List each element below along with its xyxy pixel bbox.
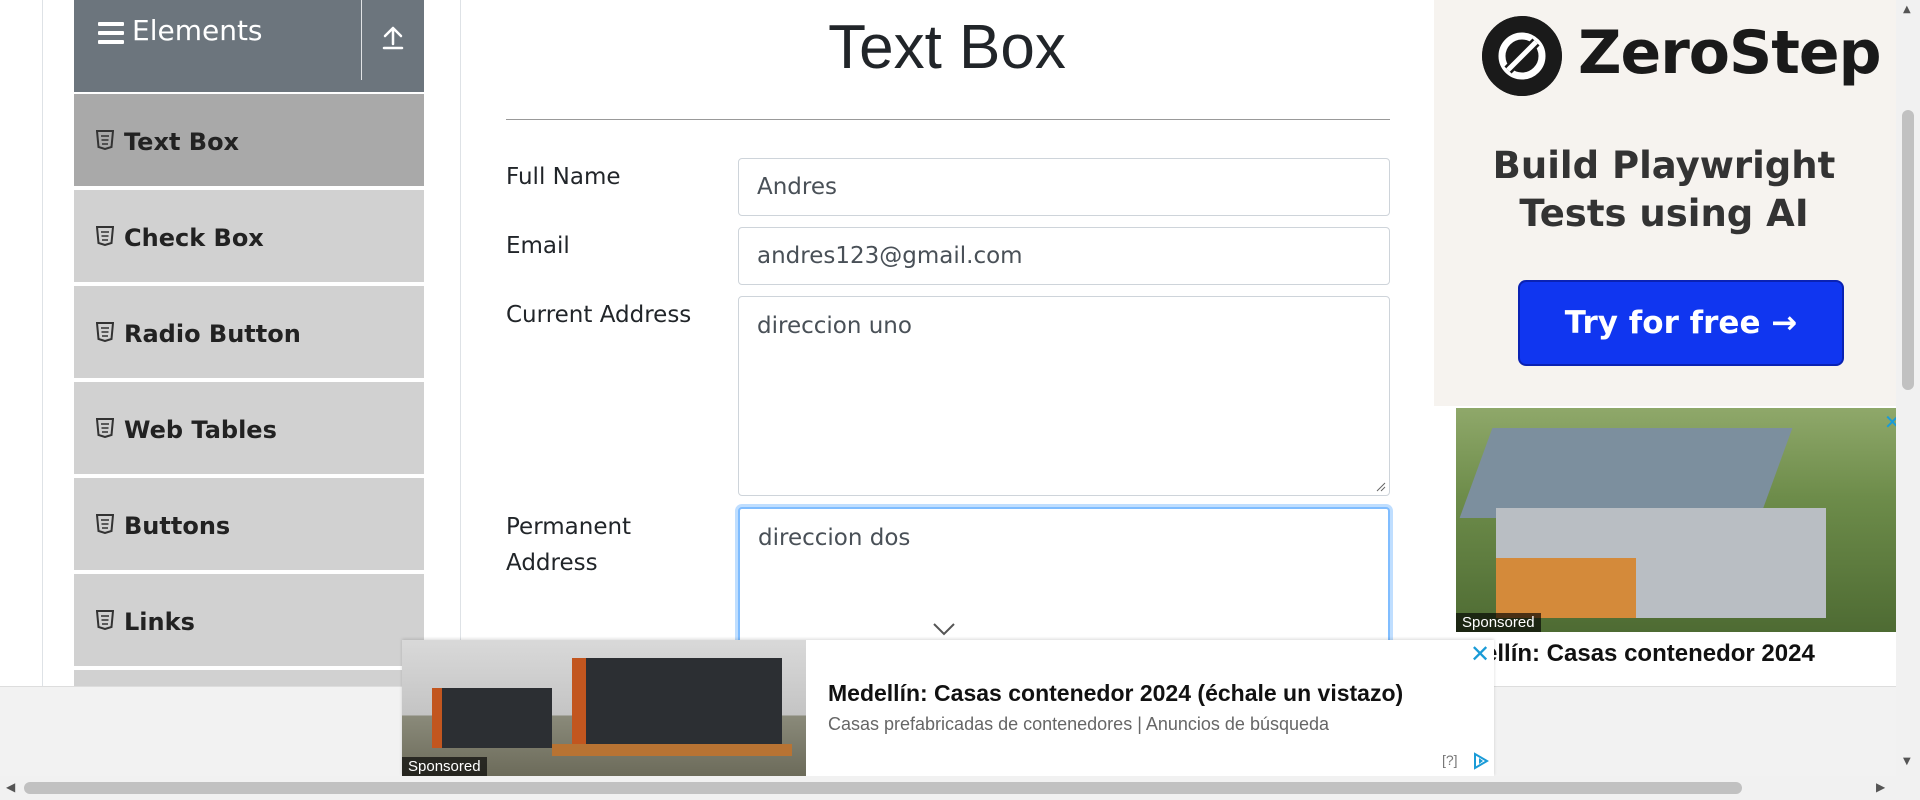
email-input[interactable]: andres123@gmail.com xyxy=(738,227,1390,285)
sidebar-group-header[interactable]: Elements xyxy=(74,0,424,92)
page-title: Text Box xyxy=(828,13,1066,82)
sidebar-group-title: Elements xyxy=(132,14,263,47)
ad-right-headline[interactable]: edellín: Casas contenedor 2024 xyxy=(1456,640,1815,668)
current-address-label: Current Address xyxy=(506,302,692,328)
sponsored-tag: Sponsored xyxy=(402,757,487,776)
house-ad-image[interactable]: Sponsored xyxy=(1456,408,1896,632)
html5-icon xyxy=(96,322,114,342)
scroll-up-icon[interactable]: ▲ xyxy=(1903,4,1911,15)
sidebar-item-buttons[interactable]: Buttons xyxy=(74,478,424,572)
sidebar-item-links[interactable]: Links xyxy=(74,574,424,668)
html5-icon xyxy=(96,226,114,246)
resize-grip-icon[interactable] xyxy=(1376,482,1386,492)
sidebar-item-label: Links xyxy=(124,608,195,636)
ad-close-icon[interactable]: ✕ xyxy=(1470,640,1490,668)
chevron-down-icon[interactable] xyxy=(932,622,956,636)
vertical-scroll-thumb[interactable] xyxy=(1902,110,1914,390)
html5-icon xyxy=(96,418,114,438)
sidebar-item-check-box[interactable]: Check Box xyxy=(74,190,424,284)
content-divider xyxy=(460,0,461,686)
scroll-left-icon[interactable]: ◀ xyxy=(6,780,15,794)
try-for-free-button[interactable]: Try for free → xyxy=(1518,280,1844,366)
current-address-text: direccion uno xyxy=(757,313,912,339)
html5-icon xyxy=(96,130,114,150)
sidebar: Elements Text Box Check Box Radio Button… xyxy=(74,0,424,686)
hamburger-icon xyxy=(98,22,124,44)
zerostep-ad-panel: ZeroStep Build Playwright Tests using AI… xyxy=(1434,0,1896,406)
zerostep-tagline: Build Playwright Tests using AI xyxy=(1458,142,1870,238)
current-address-textarea[interactable]: direccion uno xyxy=(738,296,1390,496)
scroll-right-icon[interactable]: ▶ xyxy=(1876,780,1885,794)
right-advertisement[interactable]: ZeroStep Build Playwright Tests using AI… xyxy=(1434,0,1920,686)
sidebar-item-label: Buttons xyxy=(124,512,231,540)
scroll-down-icon[interactable]: ▼ xyxy=(1903,756,1911,767)
sidebar-item-partial[interactable] xyxy=(74,670,424,686)
collapse-arrow-icon[interactable] xyxy=(379,24,407,52)
permanent-address-label-line2: Address xyxy=(506,550,598,576)
left-gutter-line xyxy=(42,0,43,686)
horizontal-scroll-thumb[interactable] xyxy=(24,782,1742,794)
full-name-label: Full Name xyxy=(506,164,621,190)
sidebar-item-label: Radio Button xyxy=(124,320,301,348)
zerostep-logo-icon xyxy=(1482,16,1562,96)
permanent-address-text: direccion dos xyxy=(758,525,911,551)
adchoices-icon[interactable] xyxy=(1472,752,1490,770)
permanent-address-label-line1: Permanent xyxy=(506,514,632,540)
sidebar-item-web-tables[interactable]: Web Tables xyxy=(74,382,424,476)
tagline-line2: Tests using AI xyxy=(1519,192,1809,235)
ad-bottom-title[interactable]: Medellín: Casas contenedor 2024 (échale … xyxy=(828,680,1403,707)
title-rule xyxy=(506,119,1390,120)
sponsored-tag: Sponsored xyxy=(1456,613,1541,632)
sidebar-item-label: Web Tables xyxy=(124,416,277,444)
vertical-scrollbar[interactable]: ▲ ▼ xyxy=(1896,0,1920,800)
sidebar-item-radio-button[interactable]: Radio Button xyxy=(74,286,424,380)
horizontal-scrollbar[interactable]: ◀ ▶ xyxy=(0,776,1896,800)
email-label: Email xyxy=(506,233,570,259)
html5-icon xyxy=(96,514,114,534)
tagline-line1: Build Playwright xyxy=(1492,144,1836,187)
ad-bottom-subtitle: Casas prefabricadas de contenedores | An… xyxy=(828,714,1330,734)
html5-icon xyxy=(96,610,114,630)
full-name-input[interactable]: Andres xyxy=(738,158,1390,216)
container-house-image[interactable]: Sponsored xyxy=(402,640,806,776)
header-divider xyxy=(361,0,362,80)
sidebar-item-label: Check Box xyxy=(124,224,264,252)
zerostep-brand: ZeroStep xyxy=(1578,18,1882,88)
sidebar-item-text-box[interactable]: Text Box xyxy=(74,94,424,188)
page: Elements Text Box Check Box Radio Button… xyxy=(0,0,1920,800)
bottom-advertisement[interactable]: Sponsored Medellín: Casas contenedor 202… xyxy=(402,640,1494,776)
ad-help-link[interactable]: [?] xyxy=(1442,752,1458,768)
sidebar-item-label: Text Box xyxy=(124,128,240,156)
